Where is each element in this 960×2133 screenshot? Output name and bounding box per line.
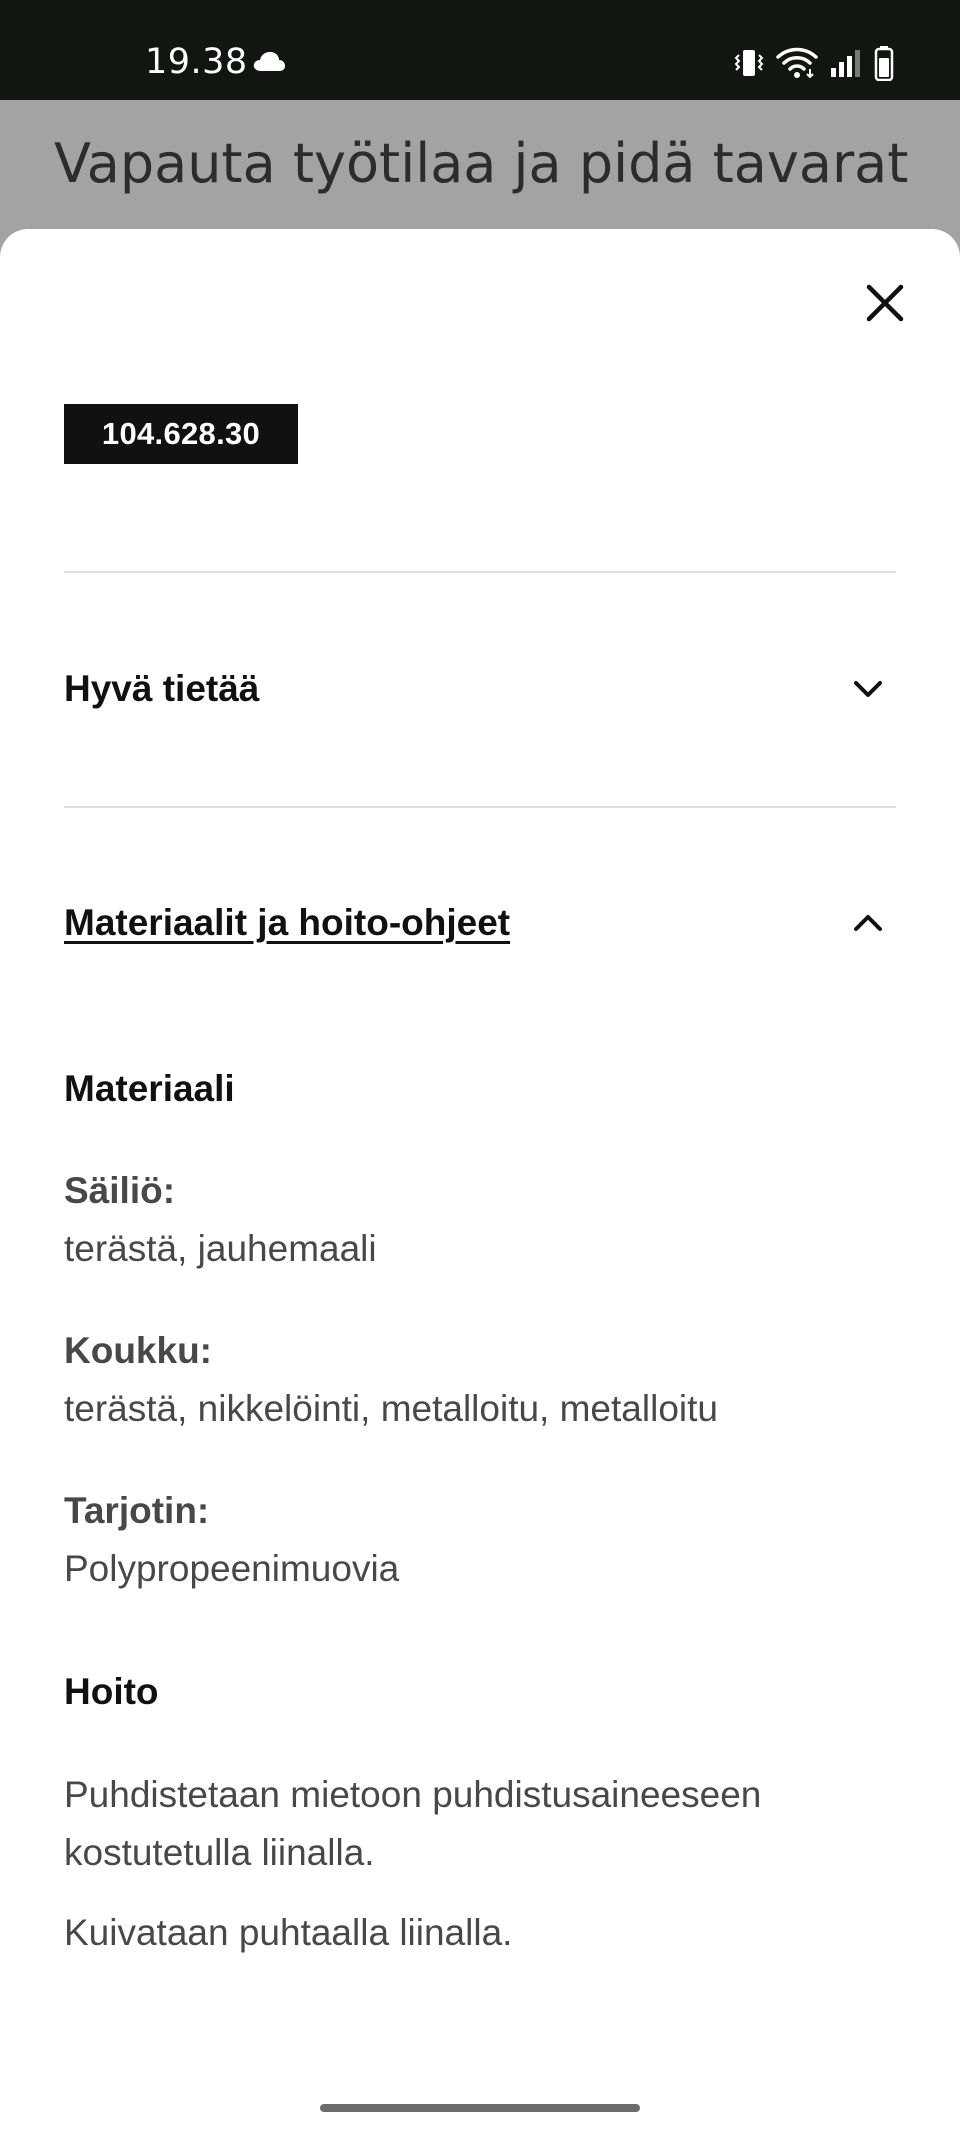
cloud-icon — [253, 52, 285, 71]
divider — [64, 571, 896, 573]
accordion-title: Hyvä tietää — [64, 668, 260, 709]
status-time: 19.38 — [145, 42, 248, 82]
accordion-good-to-know[interactable]: Hyvä tietää — [64, 659, 896, 719]
accordion-materials-care[interactable]: Materiaalit ja hoito-ohjeet — [64, 893, 896, 953]
material-value: terästä, jauhemaali — [64, 1228, 377, 1269]
care-instruction: Kuivataan puhtaalla liinalla. — [64, 1912, 513, 1953]
material-value: terästä, nikkelöinti, metalloitu, metall… — [64, 1388, 718, 1429]
product-title: Vapauta työtilaa ja pidä tavarat — [54, 132, 909, 195]
status-icons — [734, 44, 894, 82]
signal-icon — [831, 50, 860, 77]
close-icon[interactable] — [862, 280, 908, 326]
care-heading: Hoito — [64, 1671, 159, 1712]
material-label: Säiliö: — [64, 1170, 176, 1211]
vibrate-icon — [734, 50, 764, 76]
material-value: Polypropeenimuovia — [64, 1548, 400, 1589]
material-label: Koukku: — [64, 1330, 212, 1371]
accordion-title: Materiaalit ja hoito-ohjeet — [64, 902, 511, 943]
materials-heading: Materiaali — [64, 1068, 235, 1109]
material-label: Tarjotin: — [64, 1490, 210, 1531]
article-number-badge: 104.628.30 — [64, 404, 298, 464]
chevron-down-icon — [854, 681, 882, 697]
chevron-up-icon — [854, 915, 882, 931]
home-indicator[interactable] — [320, 2104, 640, 2112]
wifi-icon — [776, 47, 818, 79]
care-instruction: Puhdistetaan mietoon puhdistusaineeseen … — [64, 1774, 762, 1873]
status-bar: 19.38 — [0, 0, 960, 100]
divider — [64, 806, 896, 808]
battery-icon — [874, 46, 894, 81]
